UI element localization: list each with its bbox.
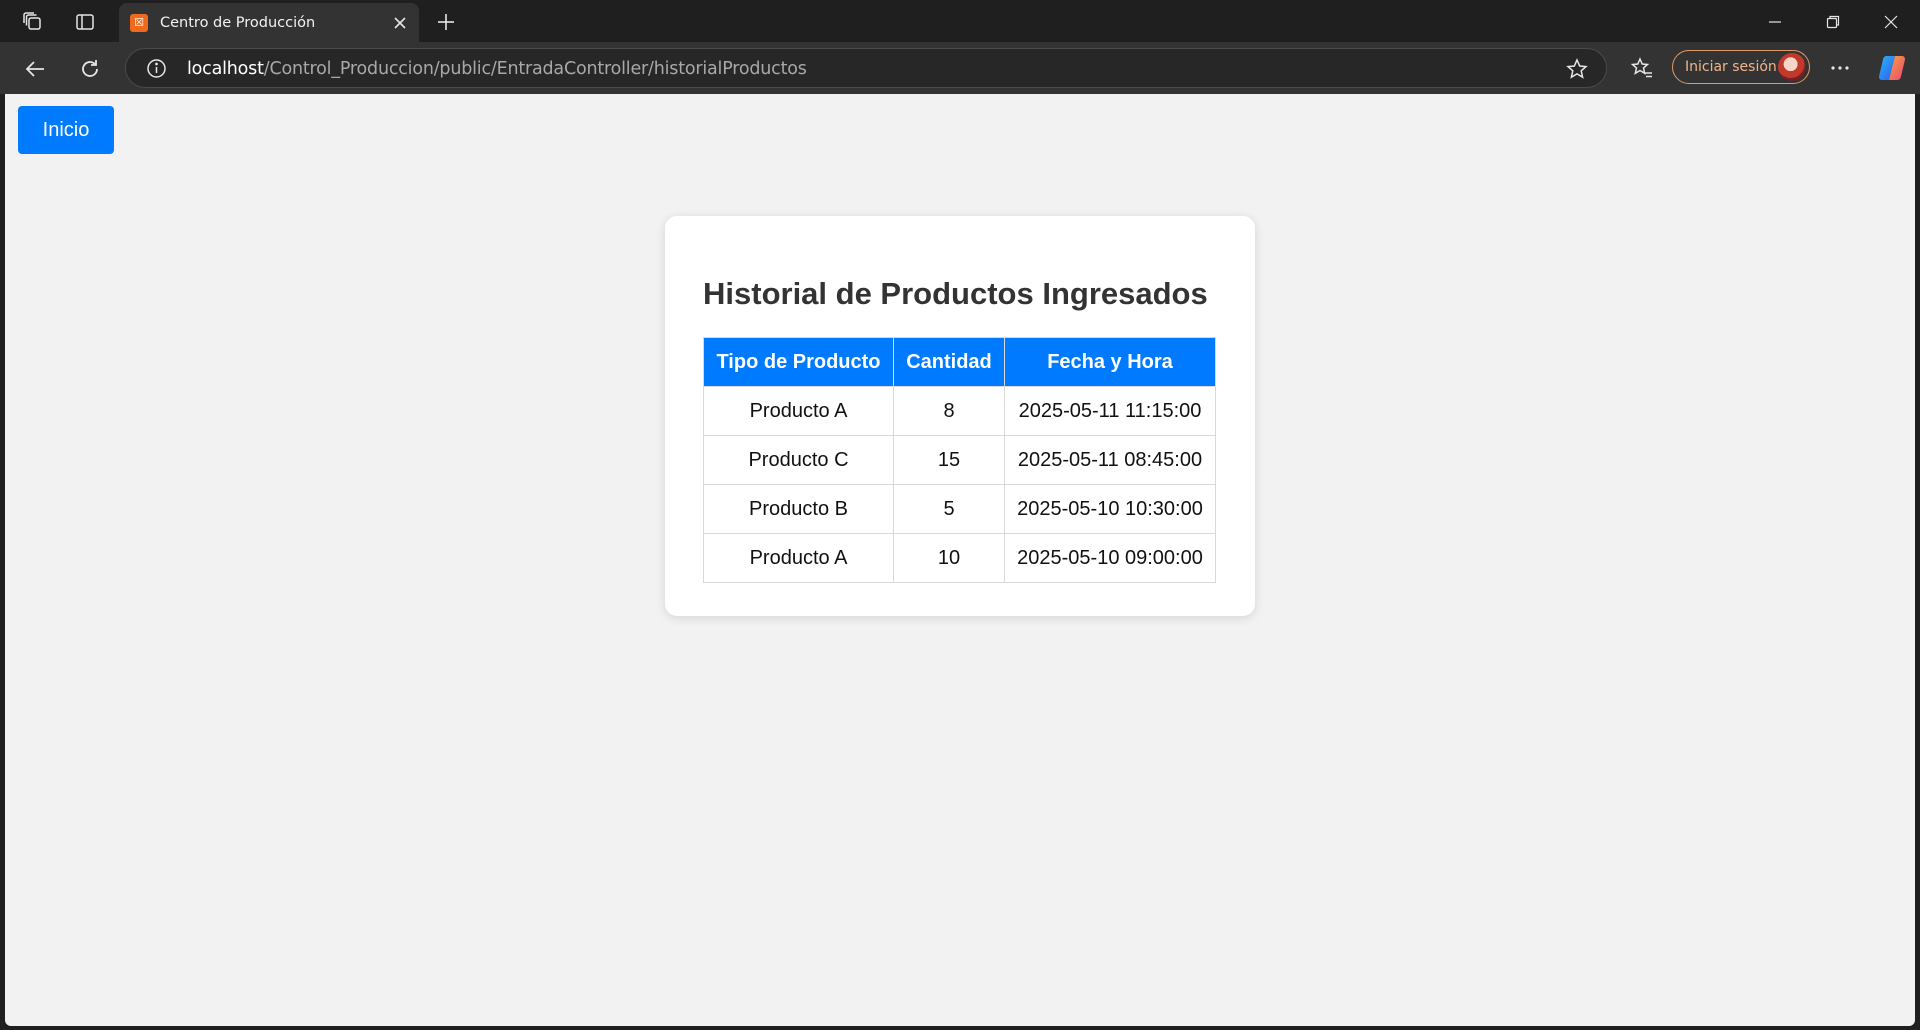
- cell-fecha: 2025-05-11 11:15:00: [1004, 386, 1216, 436]
- cell-tipo: Producto C: [703, 435, 894, 485]
- table-header-row: Tipo de Producto Cantidad Fecha y Hora: [703, 337, 1216, 387]
- tab-strip: ☒ Centro de Producción: [0, 0, 1920, 42]
- table-row: Producto C 15 2025-05-11 08:45:00: [703, 435, 1216, 485]
- minimize-icon[interactable]: [1762, 9, 1788, 35]
- table-row: Producto A 10 2025-05-10 09:00:00: [703, 533, 1216, 583]
- history-card: Historial de Productos Ingresados Tipo d…: [665, 216, 1255, 616]
- table-row: Producto A 8 2025-05-11 11:15:00: [703, 386, 1216, 436]
- more-menu-icon[interactable]: [1826, 55, 1854, 81]
- page-viewport: Inicio Historial de Productos Ingresados…: [5, 94, 1915, 1026]
- cell-tipo: Producto A: [703, 533, 894, 583]
- column-header-cantidad: Cantidad: [893, 337, 1005, 387]
- new-tab-icon[interactable]: [433, 9, 459, 35]
- refresh-icon[interactable]: [76, 55, 104, 83]
- inicio-button[interactable]: Inicio: [18, 106, 114, 154]
- cell-cantidad: 5: [893, 484, 1005, 534]
- cell-fecha: 2025-05-10 09:00:00: [1004, 533, 1216, 583]
- restore-icon[interactable]: [1820, 9, 1846, 35]
- cell-fecha: 2025-05-11 08:45:00: [1004, 435, 1216, 485]
- address-bar[interactable]: localhost/Control_Produccion/public/Entr…: [125, 48, 1607, 88]
- favorites-icon[interactable]: [1628, 54, 1656, 82]
- tab-close-icon[interactable]: [389, 12, 411, 34]
- url-host: localhost: [187, 59, 264, 79]
- signin-label: Iniciar sesión: [1685, 59, 1777, 75]
- cell-fecha: 2025-05-10 10:30:00: [1004, 484, 1216, 534]
- cell-tipo: Producto A: [703, 386, 894, 436]
- site-info-icon[interactable]: [146, 58, 167, 79]
- url-text[interactable]: localhost/Control_Produccion/public/Entr…: [187, 59, 807, 79]
- cell-tipo: Producto B: [703, 484, 894, 534]
- workspaces-icon[interactable]: [20, 10, 46, 34]
- browser-toolbar: localhost/Control_Produccion/public/Entr…: [0, 42, 1920, 94]
- avatar: [1778, 53, 1806, 81]
- cell-cantidad: 8: [893, 386, 1005, 436]
- column-header-tipo: Tipo de Producto: [703, 337, 894, 387]
- back-icon[interactable]: [21, 55, 49, 83]
- table-row: Producto B 5 2025-05-10 10:30:00: [703, 484, 1216, 534]
- history-table: Tipo de Producto Cantidad Fecha y Hora P…: [703, 337, 1216, 583]
- tab-actions-icon[interactable]: [73, 10, 97, 34]
- cell-cantidad: 15: [893, 435, 1005, 485]
- favorite-star-icon[interactable]: [1566, 58, 1588, 80]
- copilot-icon[interactable]: [1877, 53, 1907, 83]
- tab-favicon-icon: ☒: [130, 13, 148, 32]
- window-close-icon[interactable]: [1878, 9, 1904, 35]
- page-title: Historial de Productos Ingresados: [703, 276, 1208, 311]
- url-path: /Control_Produccion/public/EntradaContro…: [263, 59, 807, 79]
- signin-button[interactable]: Iniciar sesión: [1672, 50, 1810, 84]
- cell-cantidad: 10: [893, 533, 1005, 583]
- column-header-fecha: Fecha y Hora: [1004, 337, 1216, 387]
- tab-title: Centro de Producción: [160, 14, 316, 31]
- active-tab[interactable]: ☒ Centro de Producción: [119, 3, 419, 42]
